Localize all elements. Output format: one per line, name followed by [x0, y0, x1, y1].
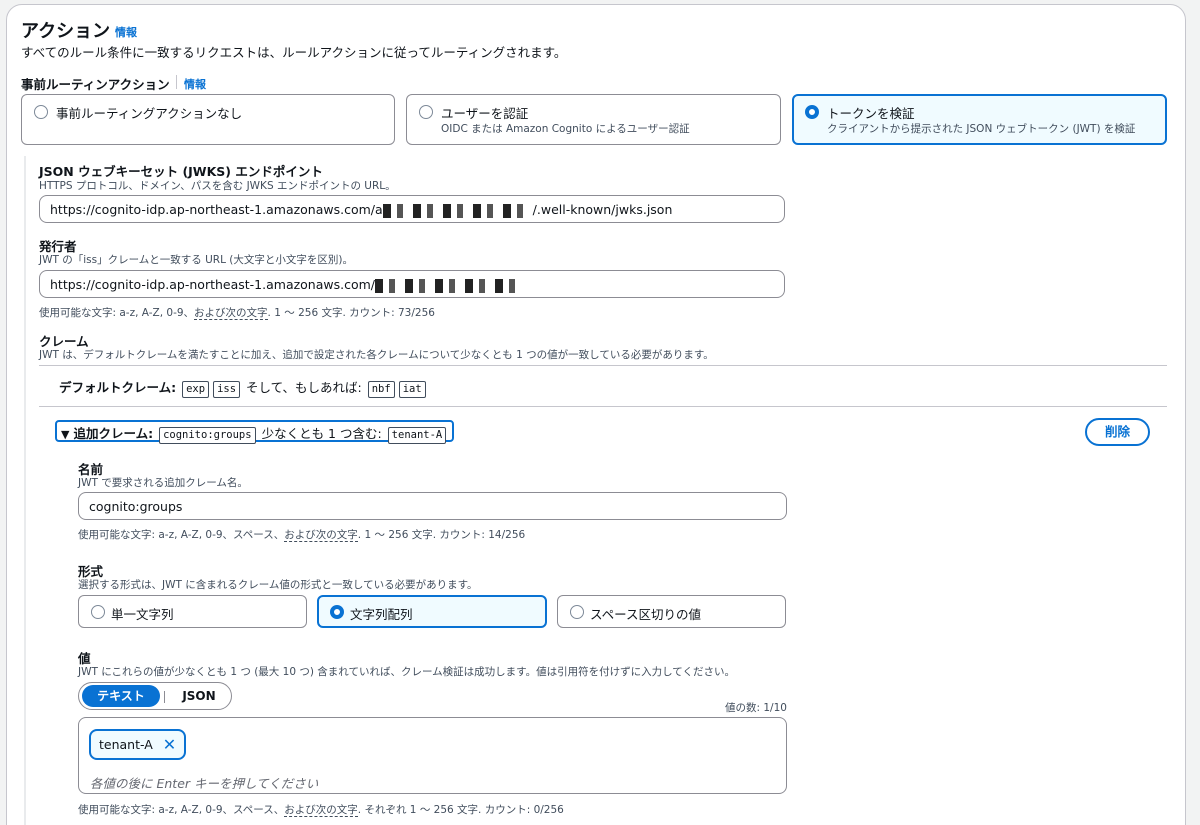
- additional-claim-expander[interactable]: ▼ 追加クレーム: cognito:groups 少なくとも 1 つ含む: te…: [55, 420, 455, 444]
- additional-claim-label: 追加クレーム:: [73, 426, 154, 441]
- radio-button[interactable]: [34, 105, 48, 119]
- option-description: クライアントから提示された JSON ウェブトークン (JWT) を検証: [827, 123, 1136, 135]
- allowed-characters-popover[interactable]: および次の文字: [284, 804, 358, 817]
- radio-button-selected[interactable]: [330, 605, 344, 619]
- values-constraint-hint: 使用可能な文字: a-z, A-Z, 0-9、スペース、および次の文字. それぞ…: [78, 802, 564, 817]
- claim-code: exp: [182, 381, 210, 398]
- claim-code: iat: [398, 381, 426, 398]
- divider: [39, 365, 1167, 366]
- redacted-block: [375, 278, 526, 293]
- claim-code: tenant-A: [387, 427, 447, 444]
- default-claims-label: デフォルトクレーム:: [59, 380, 177, 395]
- info-link[interactable]: 情報: [115, 24, 137, 40]
- jwks-value-suffix: /.well-known/jwks.json: [532, 202, 673, 217]
- radio-button-selected[interactable]: [805, 105, 819, 119]
- hint-count: . 1 〜 256 文字. カウント: 14/256: [357, 529, 526, 541]
- option-title: スペース区切りの値: [590, 607, 702, 622]
- jwks-description: HTTPS プロトコル、ドメイン、パスを含む JWKS エンドポイントの URL…: [39, 180, 396, 192]
- value-token: tenant-A ✕: [89, 729, 187, 760]
- values-count: 値の数: 1/10: [725, 702, 787, 714]
- radio-button[interactable]: [91, 605, 105, 619]
- issuer-description: JWT の「iss」クレームと一致する URL (大文字と小文字を区別)。: [39, 254, 353, 266]
- option-title: 文字列配列: [350, 607, 413, 622]
- option-title: 事前ルーティングアクションなし: [56, 106, 243, 121]
- values-description: JWT にこれらの値が少なくとも 1 つ (最大 10 つ) 含まれていれば、ク…: [78, 666, 735, 678]
- close-icon[interactable]: ✕: [163, 735, 176, 754]
- input-mode-toggle: テキスト JSON: [78, 682, 232, 710]
- option-no-pre-routing[interactable]: 事前ルーティングアクションなし: [21, 94, 395, 145]
- option-description: OIDC または Amazon Cognito によるユーザー認証: [441, 123, 690, 135]
- values-input-area[interactable]: tenant-A ✕ 各値の後に Enter キーを押してください: [78, 717, 787, 794]
- divider: [164, 691, 165, 703]
- claims-description: JWT は、デフォルトクレームを満たすことに加え、追加で設定された各クレームにつ…: [39, 349, 714, 361]
- format-option-string-array[interactable]: 文字列配列: [317, 595, 547, 628]
- hint-text: 使用可能な文字: a-z, A-Z, 0-9、スペース、: [78, 804, 285, 816]
- format-option-single-string[interactable]: 単一文字列: [78, 595, 307, 628]
- claim-code: cognito:groups: [159, 427, 256, 444]
- format-description: 選択する形式は、JWT に含まれるクレーム値の形式と一致している必要があります。: [78, 579, 478, 591]
- jwks-endpoint-input[interactable]: https://cognito-idp.ap-northeast-1.amazo…: [39, 195, 785, 223]
- hint-text: 使用可能な文字: a-z, A-Z, 0-9、: [39, 307, 195, 319]
- issuer-constraint-hint: 使用可能な文字: a-z, A-Z, 0-9、および次の文字. 1 〜 256 …: [39, 305, 435, 320]
- additional-claim-conjunction: 少なくとも 1 つ含む:: [261, 426, 382, 441]
- name-description: JWT で要求される追加クレーム名。: [78, 477, 248, 489]
- default-claims-conjunction: そして、もしあれば:: [246, 380, 362, 395]
- name-constraint-hint: 使用可能な文字: a-z, A-Z, 0-9、スペース、および次の文字. 1 〜…: [78, 527, 525, 542]
- option-title: ユーザーを認証: [441, 106, 529, 121]
- tab-text[interactable]: テキスト: [82, 685, 160, 707]
- token-label: tenant-A: [99, 737, 153, 752]
- divider: [176, 75, 177, 89]
- redacted-block: [382, 203, 533, 218]
- section-description: すべてのルール条件に一致するリクエストは、ルールアクションに従ってルーティングさ…: [21, 45, 567, 60]
- option-title: 単一文字列: [111, 607, 174, 622]
- claim-code: nbf: [367, 381, 395, 398]
- divider: [39, 406, 1167, 407]
- hint-count: . それぞれ 1 〜 256 文字. カウント: 0/256: [357, 804, 564, 816]
- claim-code: iss: [213, 381, 241, 398]
- hint-text: 使用可能な文字: a-z, A-Z, 0-9、スペース、: [78, 529, 285, 541]
- issuer-input[interactable]: https://cognito-idp.ap-northeast-1.amazo…: [39, 270, 785, 298]
- pre-routing-info-link[interactable]: 情報: [184, 76, 206, 92]
- allowed-characters-popover[interactable]: および次の文字: [194, 307, 268, 320]
- allowed-characters-popover[interactable]: および次の文字: [284, 529, 358, 542]
- indent-guide: [24, 156, 26, 825]
- default-claims: デフォルトクレーム: exp iss そして、もしあれば: nbf iat: [59, 377, 428, 398]
- pre-routing-label: 事前ルーティンアクション: [21, 77, 170, 92]
- issuer-value-prefix: https://cognito-idp.ap-northeast-1.amazo…: [50, 277, 376, 292]
- values-placeholder: 各値の後に Enter キーを押してください: [90, 776, 319, 791]
- option-validate-token[interactable]: トークンを検証 クライアントから提示された JSON ウェブトークン (JWT)…: [792, 94, 1167, 145]
- delete-button[interactable]: 削除: [1085, 418, 1150, 446]
- jwks-value-prefix: https://cognito-idp.ap-northeast-1.amazo…: [50, 202, 383, 217]
- option-title: トークンを検証: [827, 106, 915, 121]
- hint-count: . 1 〜 256 文字. カウント: 73/256: [267, 307, 435, 319]
- tab-json[interactable]: JSON: [169, 685, 229, 707]
- caret-down-icon: ▼: [61, 428, 70, 441]
- option-authenticate-user[interactable]: ユーザーを認証 OIDC または Amazon Cognito によるユーザー認…: [406, 94, 781, 145]
- format-option-space-separated[interactable]: スペース区切りの値: [557, 595, 786, 628]
- radio-button[interactable]: [570, 605, 584, 619]
- claim-name-input[interactable]: cognito:groups: [78, 492, 787, 520]
- section-title: アクション: [21, 21, 111, 42]
- radio-button[interactable]: [419, 105, 433, 119]
